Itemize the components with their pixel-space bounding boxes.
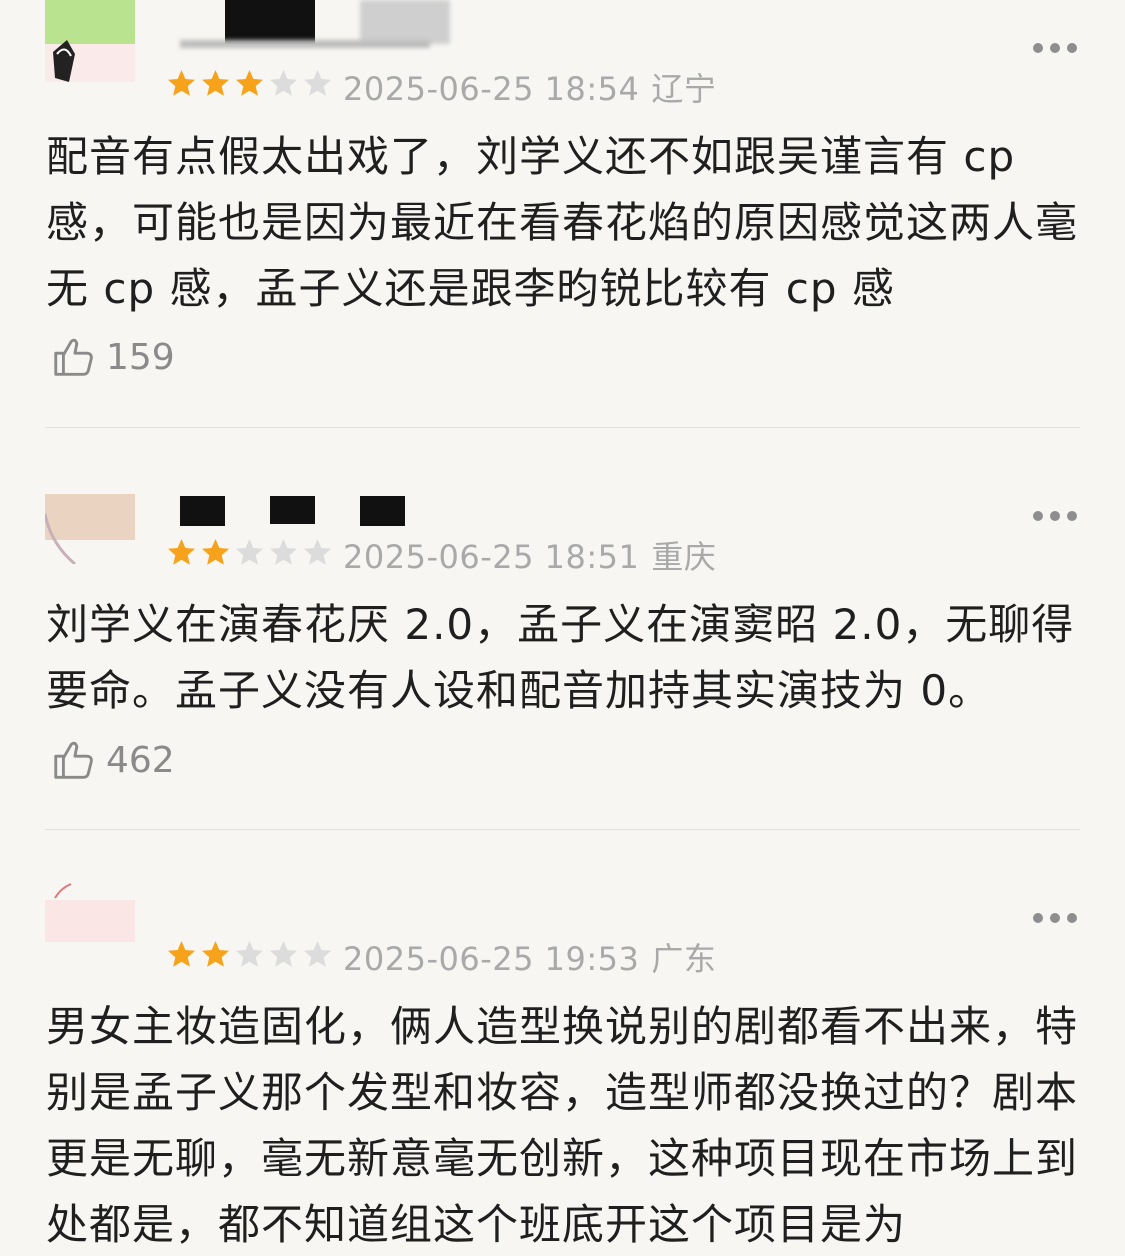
- more-dots-icon[interactable]: [1033, 510, 1077, 522]
- redacted-name-blur: [360, 0, 450, 44]
- star-rating: [166, 939, 333, 970]
- more-dots-icon[interactable]: [1033, 912, 1077, 924]
- review-date: 2025-06-25 18:54: [343, 70, 640, 108]
- thumbs-up-icon: [54, 741, 93, 779]
- star-empty-icon: [304, 539, 331, 565]
- review-location: 辽宁: [651, 70, 717, 108]
- star-empty-icon: [270, 539, 297, 565]
- redacted-name: [180, 496, 225, 526]
- star-empty-icon: [304, 70, 331, 96]
- review-meta: 2025-06-25 18:54 辽宁: [343, 64, 716, 110]
- star-filled-icon: [202, 941, 229, 967]
- avatar[interactable]: [45, 0, 135, 82]
- review-meta: 2025-06-25 18:51 重庆: [343, 532, 716, 578]
- review-location: 重庆: [651, 538, 717, 576]
- review-text: 配音有点假太出戏了，刘学义还不如跟吴谨言有 cp 感，可能也是因为最近在看春花焰…: [46, 132, 1079, 313]
- redacted-name: [225, 0, 315, 44]
- avatar[interactable]: [45, 494, 135, 584]
- like-count: 159: [106, 336, 175, 378]
- star-filled-icon: [168, 539, 195, 565]
- star-filled-icon: [168, 70, 195, 96]
- thumbs-up-icon: [54, 338, 93, 376]
- star-empty-icon: [270, 941, 297, 967]
- redacted-name: [270, 496, 315, 524]
- review-meta: 2025-06-25 19:53 广东: [343, 934, 716, 980]
- star-filled-icon: [236, 70, 263, 96]
- name-fragment: [180, 40, 430, 48]
- divider: [45, 829, 1080, 830]
- divider: [45, 427, 1080, 428]
- star-empty-icon: [270, 70, 297, 96]
- review-text: 男女主妆造固化，俩人造型换说别的剧都看不出来，特别是孟子义那个发型和妆容，造型师…: [46, 1002, 1079, 1249]
- star-filled-icon: [202, 70, 229, 96]
- star-filled-icon: [168, 941, 195, 967]
- redacted-name: [360, 496, 405, 526]
- star-rating: [166, 68, 333, 99]
- star-empty-icon: [236, 941, 263, 967]
- star-filled-icon: [202, 539, 229, 565]
- review-list: 2025-06-25 18:54 辽宁 配音有点假太出戏了，刘学义还不如跟吴谨言有…: [0, 0, 1125, 1256]
- review-location: 广东: [651, 940, 717, 978]
- more-dots-icon[interactable]: [1033, 42, 1077, 54]
- star-rating: [166, 537, 333, 568]
- like-button[interactable]: 462: [50, 737, 175, 783]
- star-empty-icon: [304, 941, 331, 967]
- review-date: 2025-06-25 18:51: [343, 538, 640, 576]
- review-text: 刘学义在演春花厌 2.0，孟子义在演窦昭 2.0，无聊得要命。孟子义没有人设和配…: [46, 600, 1075, 715]
- review-date: 2025-06-25 19:53: [343, 940, 640, 978]
- avatar[interactable]: [45, 880, 135, 970]
- like-count: 462: [106, 739, 175, 781]
- star-empty-icon: [236, 539, 263, 565]
- like-button[interactable]: 159: [50, 334, 175, 380]
